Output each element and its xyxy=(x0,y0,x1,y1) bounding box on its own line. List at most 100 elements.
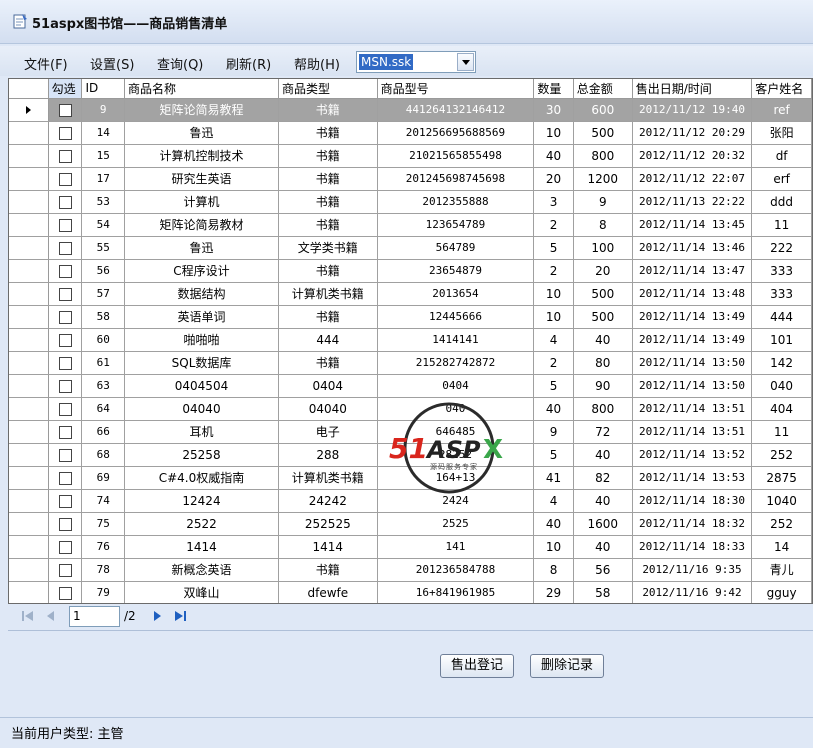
cell-amount[interactable]: 500 xyxy=(573,305,633,329)
cell-datetime[interactable]: 2012/11/12 22:07 xyxy=(632,167,753,191)
cell-name[interactable]: 04040 xyxy=(124,397,279,421)
cell-quantity[interactable]: 2 xyxy=(533,259,574,283)
delete-record-button[interactable]: 删除记录 xyxy=(530,654,605,678)
cell-id[interactable]: 74 xyxy=(81,489,125,513)
cell-type[interactable]: dfewfe xyxy=(278,581,378,603)
cell-quantity[interactable]: 10 xyxy=(533,282,574,306)
cell-name[interactable]: 耳机 xyxy=(124,420,279,444)
row-header[interactable] xyxy=(9,213,49,237)
row-header[interactable] xyxy=(9,98,49,122)
cell-model[interactable]: 23654879 xyxy=(377,259,535,283)
cell-name[interactable]: 啪啪啪 xyxy=(124,328,279,352)
cell-customer[interactable]: 333 xyxy=(751,259,812,283)
row-checkbox[interactable] xyxy=(58,563,72,577)
cell-model[interactable]: 16+841961985 xyxy=(377,581,535,603)
cell-datetime[interactable]: 2012/11/12 19:40 xyxy=(632,98,753,122)
cell-amount[interactable]: 1600 xyxy=(573,512,633,536)
cell-type[interactable]: 288 xyxy=(278,443,378,467)
cell-datetime[interactable]: 2012/11/14 13:52 xyxy=(632,443,753,467)
cell-id[interactable]: 75 xyxy=(81,512,125,536)
cell-datetime[interactable]: 2012/11/14 18:33 xyxy=(632,535,753,559)
row-checkbox[interactable] xyxy=(58,402,72,416)
column-header-type[interactable]: 商品类型 xyxy=(278,79,378,99)
check-cell[interactable] xyxy=(48,167,83,191)
cell-customer[interactable]: gguy xyxy=(751,581,812,603)
cell-name[interactable]: 矩阵论简易教材 xyxy=(124,213,279,237)
cell-id[interactable]: 61 xyxy=(81,351,125,375)
cell-type[interactable]: 计算机类书籍 xyxy=(278,282,378,306)
cell-customer[interactable]: 张阳 xyxy=(751,121,812,145)
cell-name[interactable]: 0404504 xyxy=(124,374,279,398)
cell-datetime[interactable]: 2012/11/16 9:35 xyxy=(632,558,753,582)
cell-model[interactable]: 2012355888 xyxy=(377,190,535,214)
row-header[interactable] xyxy=(9,581,49,603)
cell-datetime[interactable]: 2012/11/14 13:47 xyxy=(632,259,753,283)
cell-datetime[interactable]: 2012/11/14 18:32 xyxy=(632,512,753,536)
check-cell[interactable] xyxy=(48,581,83,603)
cell-amount[interactable]: 500 xyxy=(573,121,633,145)
cell-id[interactable]: 54 xyxy=(81,213,125,237)
row-header[interactable] xyxy=(9,489,49,513)
cell-model[interactable]: 12445666 xyxy=(377,305,535,329)
row-checkbox[interactable] xyxy=(58,126,72,140)
cell-quantity[interactable]: 30 xyxy=(533,98,574,122)
cell-amount[interactable]: 600 xyxy=(573,98,633,122)
cell-quantity[interactable]: 29 xyxy=(533,581,574,603)
cell-name[interactable]: 研究生英语 xyxy=(124,167,279,191)
table-row[interactable]: 66 耳机 电子 646485 9 72 2012/11/14 13:51 11 xyxy=(9,420,812,444)
table-row[interactable]: 74 12424 24242 2424 4 40 2012/11/14 18:30 1040 xyxy=(9,489,812,513)
table-row[interactable]: 15 计算机控制技术 书籍 21021565855498 40 800 2012/11/12… xyxy=(9,144,812,168)
check-cell[interactable] xyxy=(48,190,83,214)
check-cell[interactable] xyxy=(48,558,83,582)
cell-amount[interactable]: 100 xyxy=(573,236,633,260)
cell-name[interactable]: 计算机 xyxy=(124,190,279,214)
cell-customer[interactable]: ddd xyxy=(751,190,812,214)
cell-quantity[interactable]: 4 xyxy=(533,328,574,352)
cell-customer[interactable]: 青儿 xyxy=(751,558,812,582)
table-row[interactable]: 9 矩阵论简易教程 书籍 441264132146412 30 600 2012/11/12… xyxy=(9,98,812,122)
cell-type[interactable]: 04040 xyxy=(278,397,378,421)
table-row[interactable]: 61 SQL数据库 书籍 215282742872 2 80 2012/11/14 13:5… xyxy=(9,351,812,375)
check-cell[interactable] xyxy=(48,305,83,329)
cell-amount[interactable]: 90 xyxy=(573,374,633,398)
cell-type[interactable]: 书籍 xyxy=(278,259,378,283)
cell-id[interactable]: 14 xyxy=(81,121,125,145)
table-row[interactable]: 58 英语单词 书籍 12445666 10 500 2012/11/14 13:49 444 xyxy=(9,305,812,329)
cell-model[interactable]: 141 xyxy=(377,535,535,559)
check-cell[interactable] xyxy=(48,259,83,283)
cell-amount[interactable]: 9 xyxy=(573,190,633,214)
row-header[interactable] xyxy=(9,397,49,421)
cell-customer[interactable]: 2875 xyxy=(751,466,812,490)
cell-datetime[interactable]: 2012/11/14 13:46 xyxy=(632,236,753,260)
cell-type[interactable]: 书籍 xyxy=(278,213,378,237)
cell-amount[interactable]: 58 xyxy=(573,581,633,603)
cell-customer[interactable]: 252 xyxy=(751,512,812,536)
row-header[interactable] xyxy=(9,144,49,168)
cell-id[interactable]: 56 xyxy=(81,259,125,283)
row-header[interactable] xyxy=(9,190,49,214)
sell-register-button[interactable]: 售出登记 xyxy=(440,654,515,678)
cell-customer[interactable]: 14 xyxy=(751,535,812,559)
cell-id[interactable]: 58 xyxy=(81,305,125,329)
cell-type[interactable]: 书籍 xyxy=(278,558,378,582)
column-header-model[interactable]: 商品型号 xyxy=(377,79,535,99)
cell-type[interactable]: 书籍 xyxy=(278,144,378,168)
cell-datetime[interactable]: 2012/11/13 22:22 xyxy=(632,190,753,214)
cell-quantity[interactable]: 10 xyxy=(533,535,574,559)
cell-datetime[interactable]: 2012/11/16 9:42 xyxy=(632,581,753,603)
cell-customer[interactable]: 040 xyxy=(751,374,812,398)
row-checkbox[interactable] xyxy=(58,195,72,209)
menu-query[interactable]: 查询(Q) xyxy=(157,54,203,73)
cell-type[interactable]: 252525 xyxy=(278,512,378,536)
cell-datetime[interactable]: 2012/11/14 13:50 xyxy=(632,351,753,375)
check-cell[interactable] xyxy=(48,420,83,444)
cell-id[interactable]: 55 xyxy=(81,236,125,260)
cell-customer[interactable]: 11 xyxy=(751,213,812,237)
cell-name[interactable]: 2522 xyxy=(124,512,279,536)
row-header[interactable] xyxy=(9,282,49,306)
check-cell[interactable] xyxy=(48,121,83,145)
table-row[interactable]: 60 啪啪啪 444 1414141 4 40 2012/11/14 13:49 101 xyxy=(9,328,812,352)
check-cell[interactable] xyxy=(48,236,83,260)
cell-quantity[interactable]: 2 xyxy=(533,213,574,237)
cell-quantity[interactable]: 40 xyxy=(533,512,574,536)
